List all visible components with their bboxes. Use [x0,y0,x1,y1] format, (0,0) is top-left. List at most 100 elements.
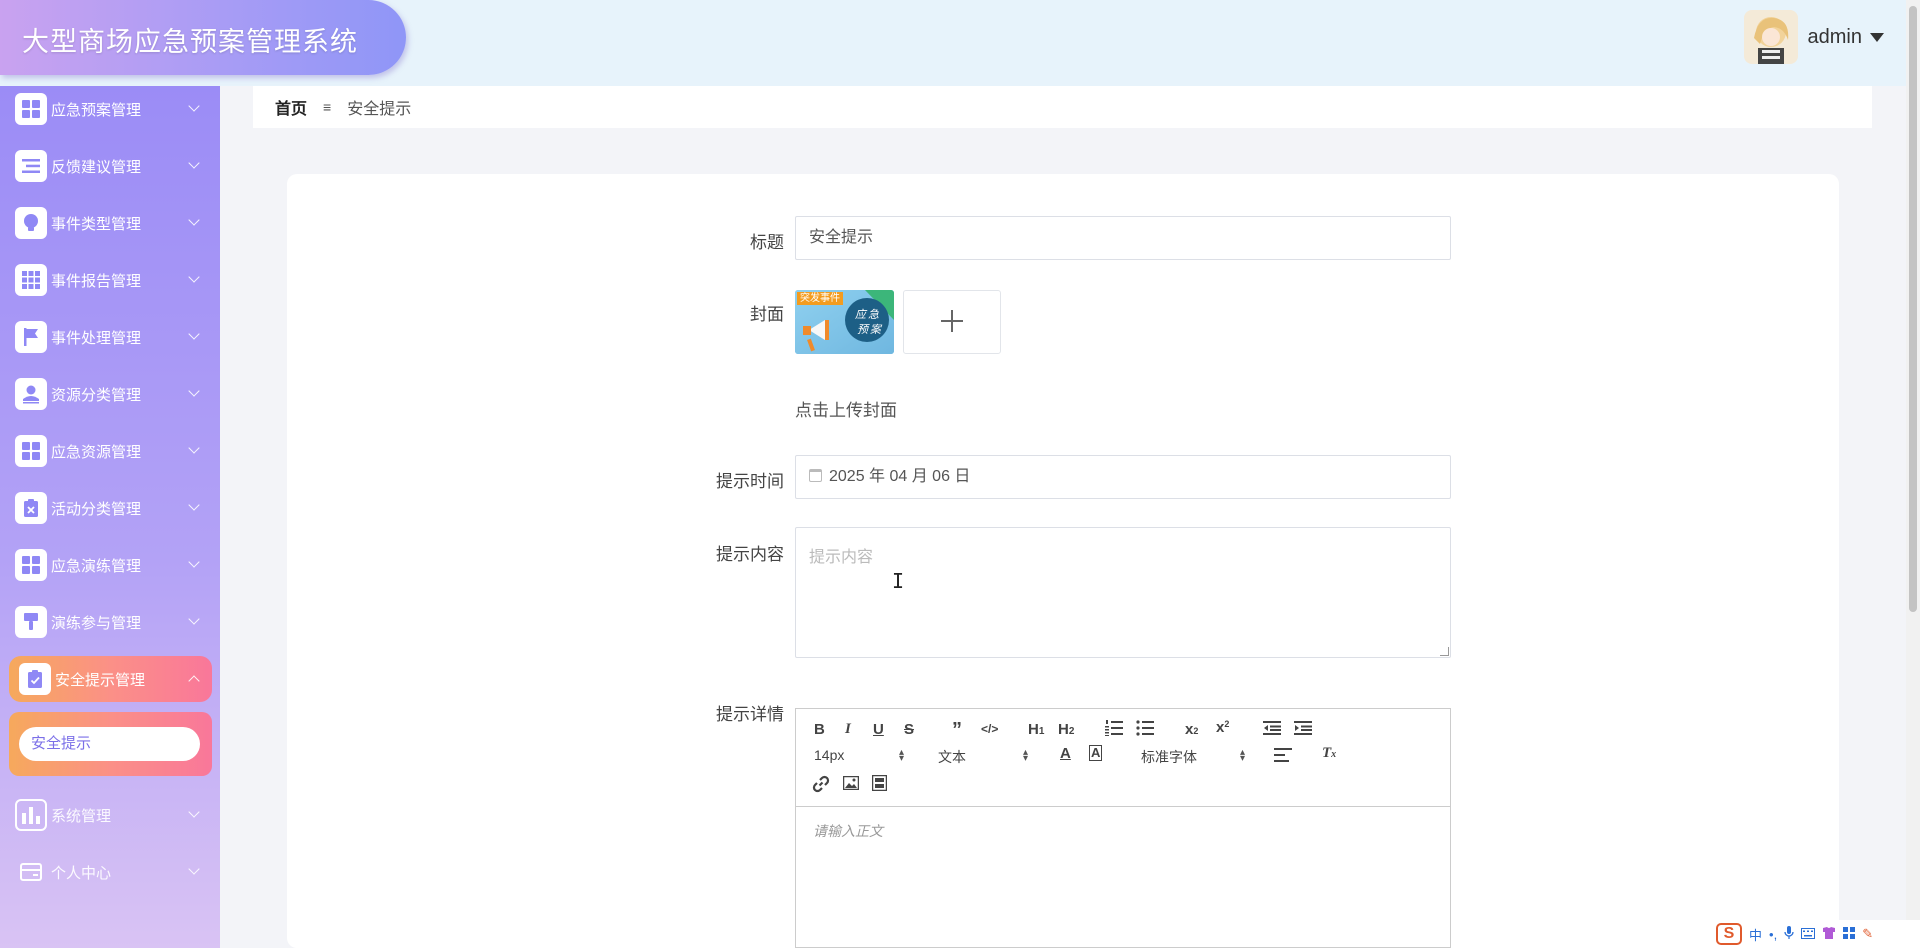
chevron-down-icon [188,100,200,112]
rich-text-editor[interactable]: B I U S ” </> H1 H2 x2 x2 14px ▴ ▾ 文本 ▴ ▾ … [795,708,1451,948]
sidebar-item-label: 资源分类管理 [51,386,142,404]
microphone-icon[interactable] [1784,925,1794,943]
font-size-select[interactable]: 14px ▴ ▾ [814,747,904,764]
background-color-icon[interactable]: A [1089,745,1103,761]
sidebar-item-drill[interactable]: 应急演练管理 [0,542,220,588]
superscript-icon[interactable]: x2 [1216,719,1229,736]
sidebar-item-emergency-resource[interactable]: 应急资源管理 [0,428,220,474]
cover-label: 封面 [750,305,784,324]
block-type-select[interactable]: 文本 ▴ ▾ [938,747,1028,767]
user-icon [15,378,47,410]
sidebar-item-event-type[interactable]: 事件类型管理 [0,200,220,246]
upload-hint: 点击上传封面 [795,401,897,420]
font-family-select[interactable]: 标准字体 ▴ ▾ [1141,747,1245,767]
submenu-item-safety-tip[interactable]: 安全提示 [19,727,200,761]
italic-icon[interactable]: I [845,721,851,738]
select-arrows-icon: ▴ ▾ [898,747,904,764]
bullet-list-icon[interactable] [1136,720,1154,740]
link-icon[interactable] [812,775,830,797]
clipboard-check-icon [19,663,51,695]
sidebar-item-resource-category[interactable]: 资源分类管理 [0,371,220,417]
ime-mode[interactable]: 中 [1749,925,1762,944]
sidebar-item-profile[interactable]: 个人中心 [0,849,220,895]
text-cursor-icon: I [892,569,905,593]
sidebar-item-label: 事件处理管理 [51,329,142,347]
apps-grid-icon[interactable] [1843,926,1856,942]
detail-label: 提示详情 [716,705,784,724]
font-family-value: 标准字体 [1141,749,1197,765]
video-icon[interactable] [871,774,888,795]
outdent-icon[interactable] [1263,720,1281,740]
caret-down-icon[interactable] [1870,32,1884,42]
image-icon[interactable] [842,775,860,794]
sogou-ime-icon[interactable]: S [1716,923,1742,945]
chevron-up-icon [188,675,200,687]
sidebar-item-system[interactable]: 系统管理 [0,792,220,838]
sidebar-item-event-report[interactable]: 事件报告管理 [0,257,220,303]
upload-cover-button[interactable] [903,290,1001,354]
sidebar-item-event-handling[interactable]: 事件处理管理 [0,314,220,360]
username[interactable]: admin [1808,26,1862,49]
breadcrumb-separator-icon: ≡ [323,99,332,115]
time-label: 提示时间 [716,472,784,491]
sidebar-item-activity-category[interactable]: 活动分类管理 [0,485,220,531]
chevron-down-icon [188,385,200,397]
cover-stamp-line2: 预案 [857,324,883,336]
heading1-icon[interactable]: H1 [1028,721,1044,738]
title-input[interactable]: 安全提示 [795,216,1451,260]
plus-icon [940,305,964,339]
chevron-down-icon [188,806,200,818]
grid-icon [15,549,47,581]
avatar[interactable] [1743,10,1798,64]
resize-handle-icon[interactable] [1440,647,1449,656]
date-picker[interactable]: 2025 年 04 月 06 日 [795,455,1451,499]
chevron-down-icon [188,214,200,226]
code-icon[interactable]: </> [981,722,998,736]
sidebar-item-safety-tips[interactable]: 安全提示管理 [9,656,212,702]
sidebar-item-drill-participation[interactable]: 演练参与管理 [0,599,220,645]
content-label: 提示内容 [716,545,784,564]
font-color-icon[interactable]: A [1060,745,1071,762]
keyboard-icon[interactable] [1801,927,1816,942]
editor-content[interactable]: 请输入正文 [796,807,1450,855]
sidebar-item-label: 应急预案管理 [51,101,142,119]
user-menu[interactable]: admin [1743,10,1884,64]
underline-icon[interactable]: U [873,721,884,738]
cover-image[interactable]: 突发事件 应急 预案 [795,290,894,354]
sidebar-item-label: 演练参与管理 [51,614,142,632]
app-brand: 大型商场应急预案管理系统 [0,0,406,75]
title-label: 标题 [750,233,784,252]
sidebar-item-feedback[interactable]: 反馈建议管理 [0,143,220,189]
ordered-list-icon[interactable] [1105,720,1123,740]
sidebar-item-label: 系统管理 [51,807,112,825]
select-arrows-icon: ▴ ▾ [1022,747,1028,764]
grid-icon [15,435,47,467]
sidebar-item-label: 个人中心 [51,864,112,882]
sidebar-item-emergency-plan[interactable]: 应急预案管理 [0,86,220,132]
sidebar-item-label: 安全提示管理 [55,671,146,689]
clear-format-icon[interactable]: Tx [1322,745,1336,762]
subscript-icon[interactable]: x2 [1185,721,1198,738]
chevron-down-icon [188,863,200,875]
heading2-icon[interactable]: H2 [1058,721,1074,738]
align-icon[interactable] [1274,748,1292,766]
breadcrumb-home[interactable]: 首页 [275,95,307,119]
tool-icon[interactable]: ✎ [1862,926,1873,942]
submenu-safety-tips: 安全提示 [9,712,212,776]
cover-stamp-line1: 应急 [855,309,881,321]
font-size-value: 14px [814,747,845,763]
indent-icon[interactable] [1294,720,1312,740]
skin-icon[interactable] [1822,926,1836,942]
bold-icon[interactable]: B [814,721,825,738]
breadcrumb-current: 安全提示 [347,101,412,118]
blockquote-icon[interactable]: ” [952,719,962,742]
strikethrough-icon[interactable]: S [904,721,914,738]
scrollbar-thumb[interactable] [1909,6,1917,612]
app-title: 大型商场应急预案管理系统 [22,27,358,57]
punctuation-icon[interactable]: •, [1769,927,1777,942]
calendar-icon [809,469,822,482]
bar-chart-icon [15,799,47,831]
sidebar-item-label: 应急演练管理 [51,557,142,575]
wallet-icon [15,856,47,888]
page-scrollbar[interactable] [1906,0,1920,948]
